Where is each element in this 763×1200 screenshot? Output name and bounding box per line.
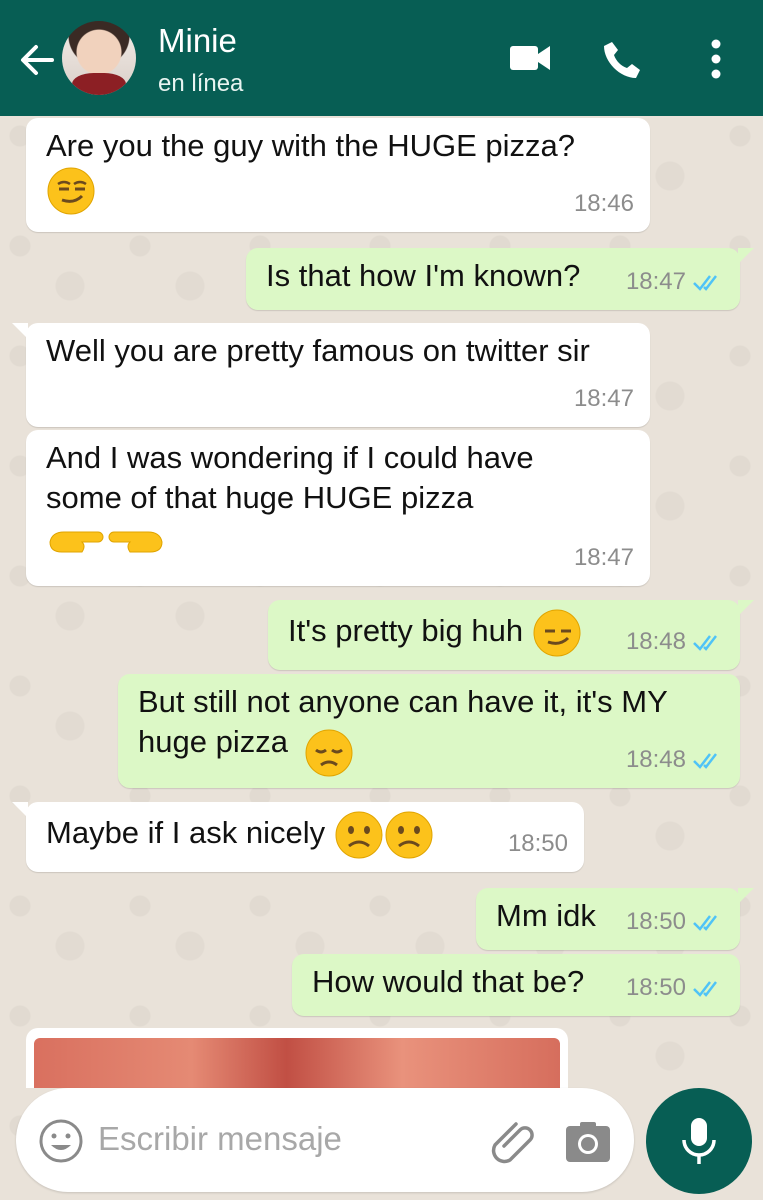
pointing-left-emoji-icon xyxy=(106,520,166,560)
message-text: Maybe if I ask nicely xyxy=(46,815,326,851)
message-text: Mm idk xyxy=(496,898,596,933)
image-thumbnail[interactable] xyxy=(34,1038,560,1088)
video-call-icon[interactable] xyxy=(508,38,552,78)
camera-icon[interactable] xyxy=(564,1120,612,1164)
back-arrow-icon[interactable] xyxy=(16,40,56,80)
message-list[interactable]: Are you the guy with the HUGE pizza? 18:… xyxy=(0,116,763,1080)
mic-button[interactable] xyxy=(646,1088,752,1194)
message-outgoing[interactable]: It's pretty big huh 18:48 xyxy=(268,600,754,670)
message-input[interactable]: Escribir mensaje xyxy=(98,1120,342,1158)
smirk-emoji-icon xyxy=(532,608,582,658)
message-time: 18:50 xyxy=(507,830,568,857)
message-time: 18:47 xyxy=(573,544,634,571)
message-time: 18:48 xyxy=(626,622,724,662)
message-time: 18:46 xyxy=(573,190,634,217)
emoji-icon[interactable] xyxy=(38,1118,84,1164)
message-time: 18:50 xyxy=(626,902,724,942)
message-text: Well you are pretty famous on twitter si… xyxy=(46,333,590,368)
attach-icon[interactable] xyxy=(490,1116,542,1168)
message-text: Is that how I'm known? xyxy=(266,258,581,293)
avatar[interactable] xyxy=(62,21,136,95)
message-text: And I was wondering if I could have some… xyxy=(46,440,534,515)
contact-status: en línea xyxy=(158,70,244,97)
read-ticks-icon xyxy=(693,635,717,651)
phone-icon[interactable] xyxy=(600,38,644,82)
message-text: How would that be? xyxy=(312,964,585,999)
read-ticks-icon xyxy=(693,275,717,291)
message-time: 18:50 xyxy=(626,968,724,1008)
message-outgoing[interactable]: But still not anyone can have it, it's M… xyxy=(118,674,740,788)
contact-name[interactable]: Minie xyxy=(158,22,237,60)
message-composer: Escribir mensaje xyxy=(16,1088,634,1192)
chat-header: Minie en línea xyxy=(0,0,763,116)
message-text: Are you the guy with the HUGE pizza? xyxy=(46,128,575,163)
disappointed-emoji-icon xyxy=(304,728,354,778)
message-incoming[interactable]: And I was wondering if I could have some… xyxy=(26,430,650,586)
message-time: 18:48 xyxy=(626,740,724,780)
image-message[interactable] xyxy=(26,1028,568,1088)
message-incoming[interactable]: Maybe if I ask nicely 18:50 xyxy=(12,802,584,872)
mic-icon xyxy=(682,1118,716,1164)
message-outgoing[interactable]: How would that be? 18:50 xyxy=(292,954,740,1016)
message-outgoing[interactable]: Is that how I'm known? 18:47 xyxy=(246,248,754,310)
message-incoming[interactable]: Are you the guy with the HUGE pizza? 18:… xyxy=(26,118,650,232)
pointing-right-emoji-icon xyxy=(46,520,106,560)
smirk-emoji-icon xyxy=(46,166,96,216)
frowning-emoji-icon xyxy=(384,810,434,860)
more-options-icon[interactable] xyxy=(702,38,730,82)
read-ticks-icon xyxy=(693,915,717,931)
message-time: 18:47 xyxy=(573,385,634,412)
read-ticks-icon xyxy=(693,753,717,769)
message-incoming[interactable]: Well you are pretty famous on twitter si… xyxy=(12,323,650,427)
message-outgoing[interactable]: Mm idk 18:50 xyxy=(476,888,754,950)
read-ticks-icon xyxy=(693,981,717,997)
frowning-emoji-icon xyxy=(334,810,384,860)
message-time: 18:47 xyxy=(626,262,724,302)
message-text: It's pretty big huh xyxy=(288,613,524,649)
